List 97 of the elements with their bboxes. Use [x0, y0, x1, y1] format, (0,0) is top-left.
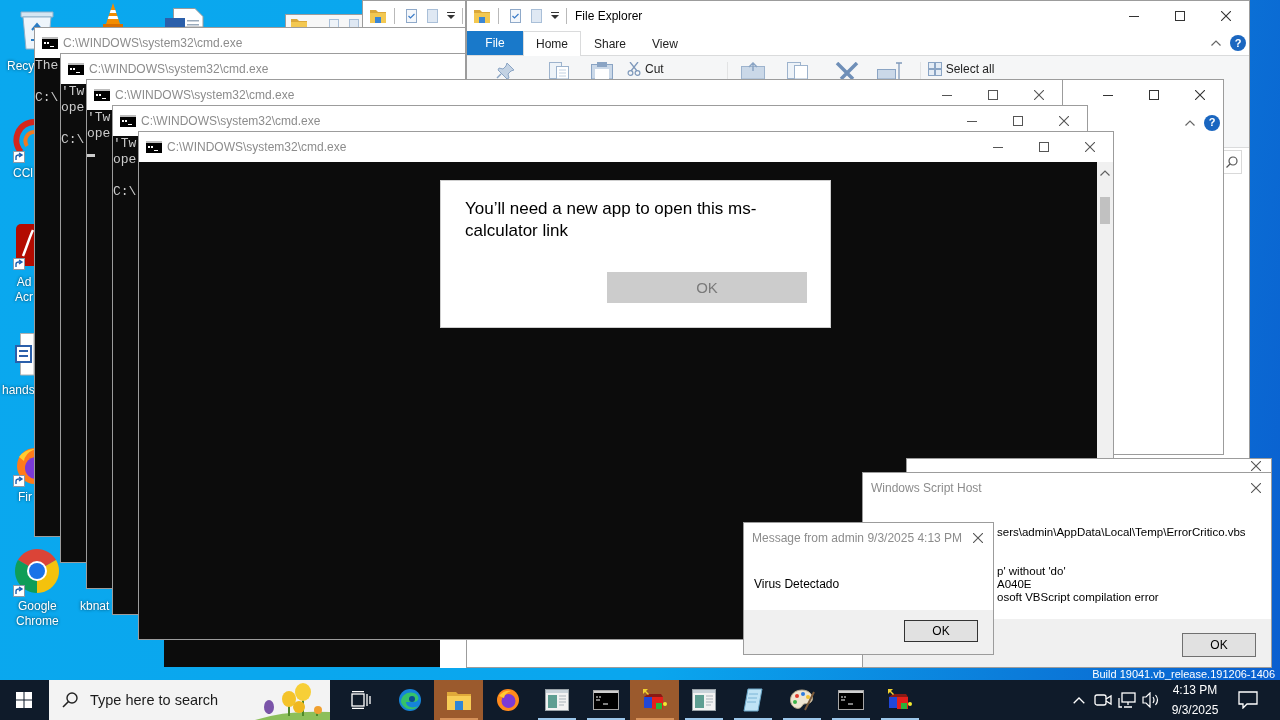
cut-button[interactable]: Cut — [627, 62, 664, 76]
close-icon[interactable] — [1085, 142, 1095, 152]
camera-icon[interactable] — [1094, 692, 1112, 708]
console-text: ope — [87, 126, 111, 142]
terminal-icon — [146, 141, 162, 153]
window-title: C:\WINDOWS\system32\cmd.exe — [115, 88, 295, 102]
cubes-icon — [886, 688, 913, 712]
console-text: C:\ — [61, 132, 85, 148]
dialog-message: Virus Detectado — [754, 577, 840, 591]
windows-logo-icon — [16, 692, 32, 708]
maximize-icon[interactable] — [1175, 11, 1185, 21]
close-icon[interactable] — [1034, 90, 1044, 100]
close-icon[interactable] — [1251, 461, 1261, 471]
close-icon[interactable] — [1221, 11, 1231, 21]
window-title: C:\WINDOWS\system32\cmd.exe — [167, 140, 347, 154]
ribbon-tab[interactable]: Share — [581, 31, 640, 55]
folder-icon — [446, 690, 471, 710]
select-all-button[interactable]: Select all — [927, 62, 995, 76]
maximize-icon[interactable] — [1039, 142, 1049, 152]
maximize-icon[interactable] — [988, 90, 998, 100]
terminal-icon — [592, 690, 619, 710]
cubes-icon — [641, 688, 668, 712]
scrollbar-thumb[interactable] — [1100, 197, 1110, 224]
folder-icon[interactable] — [474, 9, 490, 23]
dropdown-icon[interactable] — [551, 12, 559, 20]
ribbon-tab[interactable]: Home — [523, 31, 581, 56]
error-text: sers\admin\AppData\Local\Temp\ErrorCritico.vbs — [997, 526, 1246, 539]
file-menu-tab[interactable]: File — [467, 31, 523, 55]
ok-button[interactable]: OK — [904, 620, 978, 642]
task-view-icon — [350, 691, 371, 709]
error-text: osoft VBScript compilation error — [997, 591, 1159, 604]
console-text: ope — [61, 100, 85, 116]
window-title: C:\WINDOWS\system32\cmd.exe — [63, 36, 243, 50]
terminal-icon — [68, 63, 84, 75]
window-icon — [544, 689, 569, 711]
close-icon[interactable] — [1195, 90, 1205, 100]
ring-icon[interactable] — [13, 547, 61, 597]
clock-time[interactable]: 4:13 PM — [1172, 682, 1218, 698]
delete-icon[interactable] — [834, 62, 859, 79]
close-icon[interactable] — [1059, 116, 1069, 126]
checklist-icon[interactable] — [406, 9, 417, 23]
console-text: 'Tw — [61, 84, 85, 100]
swirl-icon — [397, 688, 422, 712]
notepad-icon — [741, 688, 764, 712]
minimize-icon[interactable] — [1129, 15, 1139, 17]
speaker-icon[interactable] — [1142, 692, 1160, 708]
dialog-title: Message from admin 9/3/2025 4:13 PM — [752, 531, 963, 545]
window-title: C:\WINDOWS\system32\cmd.exe — [89, 62, 269, 76]
document-icon[interactable] — [165, 8, 207, 27]
minimize-icon[interactable] — [942, 94, 952, 96]
traffic-cone-icon[interactable] — [103, 3, 123, 27]
window-icon — [691, 689, 716, 711]
console-text: The — [35, 58, 59, 74]
clock-date[interactable]: 9/3/2025 — [1171, 702, 1219, 718]
swirl-icon[interactable] — [13, 118, 34, 166]
clipboard-icon[interactable] — [591, 62, 613, 79]
terminal-icon — [837, 690, 864, 710]
search-icon — [1226, 156, 1238, 168]
help-button[interactable]: ? — [1230, 35, 1246, 51]
checklist-icon[interactable] — [510, 9, 521, 23]
minimize-icon[interactable] — [967, 120, 977, 122]
console-text: C:\ — [113, 184, 137, 200]
close-icon[interactable] — [973, 533, 983, 543]
document-icon[interactable] — [13, 333, 34, 377]
error-text: A040E — [997, 578, 1032, 591]
error-text: p' without 'do' — [997, 565, 1066, 578]
minimize-icon[interactable] — [993, 146, 1003, 148]
palette-icon — [788, 688, 815, 712]
terminal-icon — [42, 37, 58, 49]
dropdown-icon[interactable] — [447, 12, 455, 20]
console-text: 'Tw — [113, 136, 137, 152]
maximize-icon[interactable] — [1013, 116, 1023, 126]
folder-icon[interactable] — [370, 9, 386, 23]
maximize-icon[interactable] — [1149, 90, 1159, 100]
help-button[interactable]: ? — [1204, 114, 1220, 131]
scissors-icon — [627, 62, 641, 76]
console-text: ope — [113, 152, 137, 168]
ok-button[interactable]: OK — [1182, 633, 1256, 657]
dialog-message: You’ll need a new app to open this ms-calculator link — [465, 198, 758, 242]
window-title: C:\WINDOWS\system32\cmd.exe — [141, 114, 321, 128]
build-text: Build 19041.vb_release.191206-1406 — [1092, 668, 1275, 680]
dialog-title: Windows Script Host — [871, 481, 982, 495]
terminal-icon — [94, 89, 110, 101]
window-title: File Explorer — [575, 9, 643, 23]
minimize-icon[interactable] — [1103, 94, 1113, 96]
ribbon-tab[interactable]: View — [639, 31, 691, 55]
terminal-icon — [120, 115, 136, 127]
search-icon — [62, 692, 78, 708]
console-text: 'Tw — [87, 110, 111, 126]
app-tile-icon[interactable] — [13, 222, 34, 272]
select-all-icon — [927, 62, 942, 76]
notification-icon[interactable] — [1238, 691, 1258, 709]
flame-globe-icon — [495, 688, 520, 712]
close-icon[interactable] — [1251, 483, 1261, 493]
search-field[interactable]: Type here to search — [90, 690, 230, 710]
console-text: C:\ — [35, 90, 59, 106]
network-icon[interactable] — [1118, 692, 1136, 708]
